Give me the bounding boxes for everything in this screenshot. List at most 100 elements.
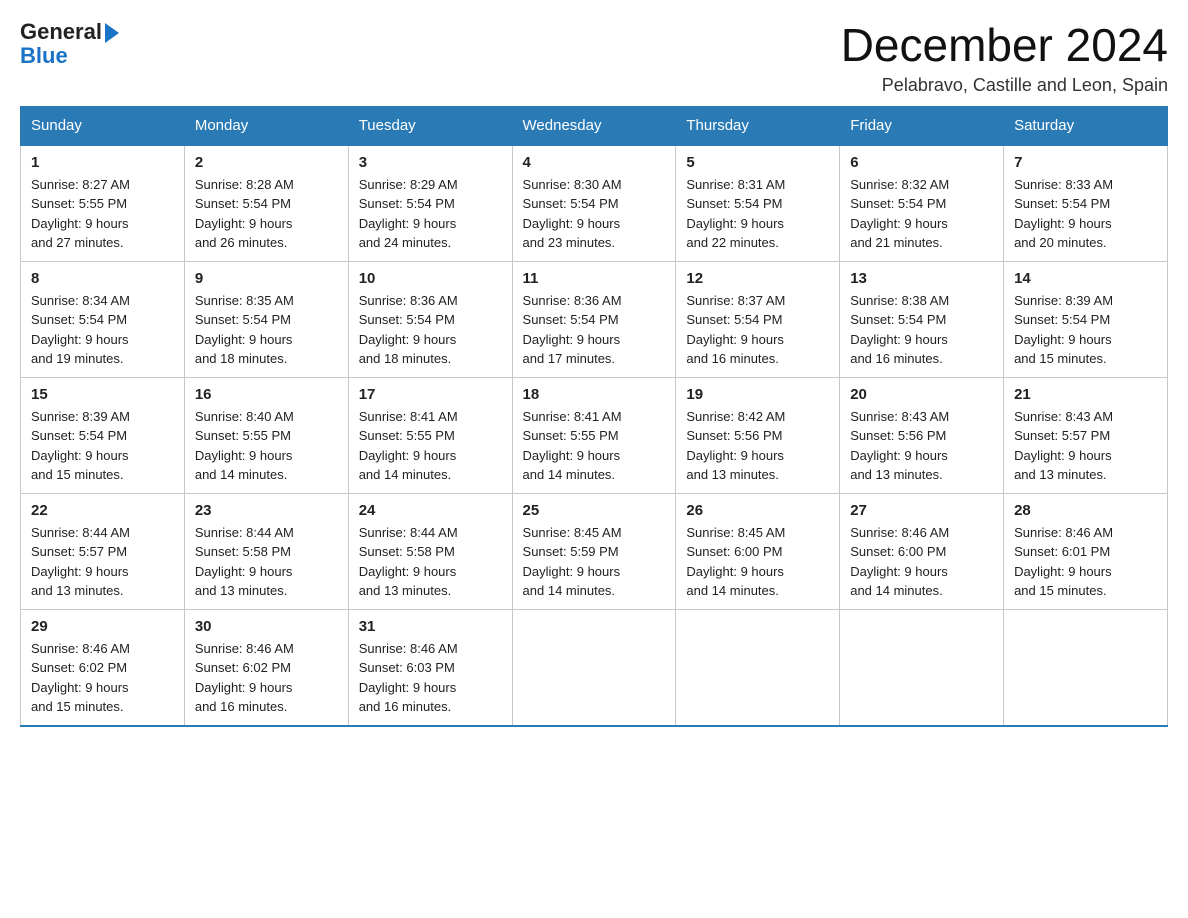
calendar-cell: 30 Sunrise: 8:46 AMSunset: 6:02 PMDayligh…	[184, 609, 348, 726]
calendar-cell: 22Sunrise: 8:44 AMSunset: 5:57 PMDayligh…	[21, 493, 185, 609]
calendar-table: SundayMondayTuesdayWednesdayThursdayFrid…	[20, 106, 1168, 727]
calendar-cell: 1 Sunrise: 8:27 AMSunset: 5:55 PMDaylight…	[21, 145, 185, 262]
sunrise-info: Sunrise: 8:38 AMSunset: 5:54 PMDaylight:…	[850, 291, 993, 369]
sunrise-info: Sunrise: 8:36 AMSunset: 5:54 PMDaylight:…	[523, 291, 666, 369]
calendar-week-2: 8 Sunrise: 8:34 AMSunset: 5:54 PMDaylight…	[21, 261, 1168, 377]
day-number: 1	[31, 154, 174, 171]
calendar-week-3: 15Sunrise: 8:39 AMSunset: 5:54 PMDayligh…	[21, 377, 1168, 493]
sunrise-info: Sunrise: 8:40 AMSunset: 5:55 PMDaylight:…	[195, 407, 338, 485]
title-block: December 2024 Pelabravo, Castille and Le…	[841, 20, 1168, 96]
calendar-cell: 8 Sunrise: 8:34 AMSunset: 5:54 PMDaylight…	[21, 261, 185, 377]
day-number: 7	[1014, 154, 1157, 171]
sunrise-info: Sunrise: 8:30 AMSunset: 5:54 PMDaylight:…	[523, 175, 666, 253]
calendar-cell: 11 Sunrise: 8:36 AMSunset: 5:54 PMDayligh…	[512, 261, 676, 377]
calendar-cell: 15Sunrise: 8:39 AMSunset: 5:54 PMDayligh…	[21, 377, 185, 493]
sunrise-info: Sunrise: 8:32 AMSunset: 5:54 PMDaylight:…	[850, 175, 993, 253]
day-number: 14	[1014, 270, 1157, 287]
calendar-cell: 27Sunrise: 8:46 AMSunset: 6:00 PMDayligh…	[840, 493, 1004, 609]
calendar-cell: 6 Sunrise: 8:32 AMSunset: 5:54 PMDaylight…	[840, 145, 1004, 262]
calendar-cell	[676, 609, 840, 726]
day-number: 6	[850, 154, 993, 171]
logo-arrow-icon	[105, 23, 119, 43]
weekday-header-row: SundayMondayTuesdayWednesdayThursdayFrid…	[21, 106, 1168, 145]
calendar-cell: 20 Sunrise: 8:43 AMSunset: 5:56 PMDayligh…	[840, 377, 1004, 493]
day-number: 12	[686, 270, 829, 287]
calendar-cell: 4 Sunrise: 8:30 AMSunset: 5:54 PMDaylight…	[512, 145, 676, 262]
day-number: 9	[195, 270, 338, 287]
calendar-cell	[840, 609, 1004, 726]
weekday-header-monday: Monday	[184, 106, 348, 145]
day-number: 2	[195, 154, 338, 171]
sunrise-info: Sunrise: 8:46 AMSunset: 6:00 PMDaylight:…	[850, 523, 993, 601]
sunrise-info: Sunrise: 8:31 AMSunset: 5:54 PMDaylight:…	[686, 175, 829, 253]
sunrise-info: Sunrise: 8:41 AMSunset: 5:55 PMDaylight:…	[359, 407, 502, 485]
sunrise-info: Sunrise: 8:43 AMSunset: 5:56 PMDaylight:…	[850, 407, 993, 485]
calendar-cell: 14 Sunrise: 8:39 AMSunset: 5:54 PMDayligh…	[1004, 261, 1168, 377]
calendar-body: 1 Sunrise: 8:27 AMSunset: 5:55 PMDaylight…	[21, 145, 1168, 726]
calendar-cell: 19Sunrise: 8:42 AMSunset: 5:56 PMDayligh…	[676, 377, 840, 493]
logo-blue-text: Blue	[20, 43, 68, 68]
sunrise-info: Sunrise: 8:46 AMSunset: 6:01 PMDaylight:…	[1014, 523, 1157, 601]
sunrise-info: Sunrise: 8:46 AMSunset: 6:02 PMDaylight:…	[31, 639, 174, 717]
sunrise-info: Sunrise: 8:27 AMSunset: 5:55 PMDaylight:…	[31, 175, 174, 253]
weekday-header-sunday: Sunday	[21, 106, 185, 145]
calendar-week-4: 22Sunrise: 8:44 AMSunset: 5:57 PMDayligh…	[21, 493, 1168, 609]
calendar-cell: 18Sunrise: 8:41 AMSunset: 5:55 PMDayligh…	[512, 377, 676, 493]
sunrise-info: Sunrise: 8:39 AMSunset: 5:54 PMDaylight:…	[1014, 291, 1157, 369]
calendar-cell: 21Sunrise: 8:43 AMSunset: 5:57 PMDayligh…	[1004, 377, 1168, 493]
calendar-cell: 10 Sunrise: 8:36 AMSunset: 5:54 PMDayligh…	[348, 261, 512, 377]
sunrise-info: Sunrise: 8:28 AMSunset: 5:54 PMDaylight:…	[195, 175, 338, 253]
calendar-cell: 9 Sunrise: 8:35 AMSunset: 5:54 PMDaylight…	[184, 261, 348, 377]
calendar-cell: 3Sunrise: 8:29 AMSunset: 5:54 PMDaylight…	[348, 145, 512, 262]
day-number: 17	[359, 386, 502, 403]
sunrise-info: Sunrise: 8:46 AMSunset: 6:03 PMDaylight:…	[359, 639, 502, 717]
day-number: 8	[31, 270, 174, 287]
weekday-header-wednesday: Wednesday	[512, 106, 676, 145]
calendar-header: SundayMondayTuesdayWednesdayThursdayFrid…	[21, 106, 1168, 145]
calendar-week-5: 29Sunrise: 8:46 AMSunset: 6:02 PMDayligh…	[21, 609, 1168, 726]
day-number: 5	[686, 154, 829, 171]
sunrise-info: Sunrise: 8:39 AMSunset: 5:54 PMDaylight:…	[31, 407, 174, 485]
sunrise-info: Sunrise: 8:36 AMSunset: 5:54 PMDaylight:…	[359, 291, 502, 369]
calendar-cell: 13 Sunrise: 8:38 AMSunset: 5:54 PMDayligh…	[840, 261, 1004, 377]
sunrise-info: Sunrise: 8:45 AMSunset: 6:00 PMDaylight:…	[686, 523, 829, 601]
sunrise-info: Sunrise: 8:35 AMSunset: 5:54 PMDaylight:…	[195, 291, 338, 369]
sunrise-info: Sunrise: 8:44 AMSunset: 5:58 PMDaylight:…	[359, 523, 502, 601]
day-number: 30	[195, 618, 338, 635]
calendar-cell: 16 Sunrise: 8:40 AMSunset: 5:55 PMDayligh…	[184, 377, 348, 493]
calendar-cell: 5 Sunrise: 8:31 AMSunset: 5:54 PMDaylight…	[676, 145, 840, 262]
day-number: 3	[359, 154, 502, 171]
sunrise-info: Sunrise: 8:37 AMSunset: 5:54 PMDaylight:…	[686, 291, 829, 369]
day-number: 21	[1014, 386, 1157, 403]
calendar-cell: 7 Sunrise: 8:33 AMSunset: 5:54 PMDaylight…	[1004, 145, 1168, 262]
logo: General Blue	[20, 20, 119, 68]
day-number: 4	[523, 154, 666, 171]
sunrise-info: Sunrise: 8:42 AMSunset: 5:56 PMDaylight:…	[686, 407, 829, 485]
sunrise-info: Sunrise: 8:34 AMSunset: 5:54 PMDaylight:…	[31, 291, 174, 369]
weekday-header-thursday: Thursday	[676, 106, 840, 145]
day-number: 13	[850, 270, 993, 287]
page-header: General Blue December 2024 Pelabravo, Ca…	[20, 20, 1168, 96]
day-number: 20	[850, 386, 993, 403]
calendar-cell: 28Sunrise: 8:46 AMSunset: 6:01 PMDayligh…	[1004, 493, 1168, 609]
day-number: 10	[359, 270, 502, 287]
day-number: 25	[523, 502, 666, 519]
calendar-cell	[1004, 609, 1168, 726]
calendar-cell: 25 Sunrise: 8:45 AMSunset: 5:59 PMDayligh…	[512, 493, 676, 609]
calendar-week-1: 1 Sunrise: 8:27 AMSunset: 5:55 PMDaylight…	[21, 145, 1168, 262]
sunrise-info: Sunrise: 8:45 AMSunset: 5:59 PMDaylight:…	[523, 523, 666, 601]
day-number: 22	[31, 502, 174, 519]
logo-general-text: General	[20, 20, 102, 44]
weekday-header-tuesday: Tuesday	[348, 106, 512, 145]
calendar-cell: 29Sunrise: 8:46 AMSunset: 6:02 PMDayligh…	[21, 609, 185, 726]
weekday-header-friday: Friday	[840, 106, 1004, 145]
location-subtitle: Pelabravo, Castille and Leon, Spain	[841, 75, 1168, 96]
calendar-cell: 26Sunrise: 8:45 AMSunset: 6:00 PMDayligh…	[676, 493, 840, 609]
calendar-cell: 24Sunrise: 8:44 AMSunset: 5:58 PMDayligh…	[348, 493, 512, 609]
sunrise-info: Sunrise: 8:44 AMSunset: 5:58 PMDaylight:…	[195, 523, 338, 601]
sunrise-info: Sunrise: 8:33 AMSunset: 5:54 PMDaylight:…	[1014, 175, 1157, 253]
day-number: 16	[195, 386, 338, 403]
calendar-cell: 12 Sunrise: 8:37 AMSunset: 5:54 PMDayligh…	[676, 261, 840, 377]
day-number: 11	[523, 270, 666, 287]
sunrise-info: Sunrise: 8:46 AMSunset: 6:02 PMDaylight:…	[195, 639, 338, 717]
